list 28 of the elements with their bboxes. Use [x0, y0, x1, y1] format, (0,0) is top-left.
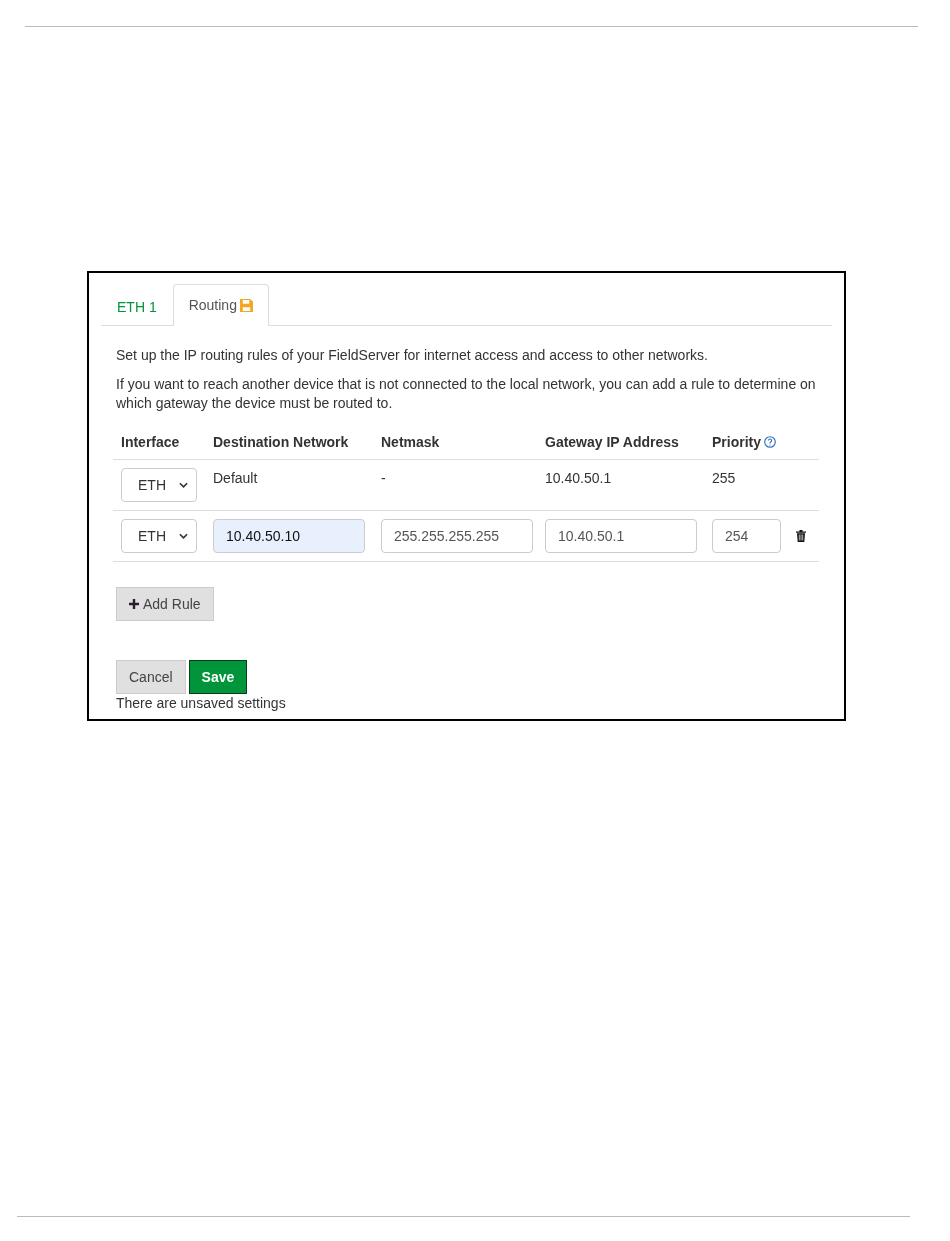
chevron-down-icon	[179, 482, 188, 488]
chevron-down-icon	[179, 533, 188, 539]
column-header: Gateway IP Address	[537, 425, 704, 460]
column-header: Priority	[704, 425, 788, 460]
save-button[interactable]: Save	[188, 660, 248, 694]
gateway-field[interactable]: 10.40.50.1	[545, 519, 697, 553]
destination-field[interactable]: 10.40.50.10	[213, 519, 365, 553]
column-header: Netmask	[373, 425, 537, 460]
table-cell-text: 10.40.50.1	[545, 469, 612, 486]
status-text: There are unsaved settings	[116, 695, 287, 711]
add-rule-button[interactable]: Add Rule	[116, 587, 214, 621]
table-cell-text: -	[381, 469, 386, 486]
column-header: Destination Network	[205, 425, 373, 460]
description-text: If you want to reach another device that is not connected to the local network, you can add a rule to determine on which gateway the device must be routed to.	[116, 375, 817, 413]
interface-select[interactable]: ETH	[121, 519, 197, 553]
table-cell-text: 255	[712, 469, 736, 486]
tab[interactable]: ETH 1	[101, 288, 173, 326]
cancel-button[interactable]: Cancel	[116, 660, 186, 694]
tab[interactable]: Routing	[172, 284, 269, 326]
priority-field[interactable]: 254	[712, 519, 781, 553]
table-cell-text: Default	[213, 469, 258, 486]
interface-select[interactable]: ETH	[121, 468, 197, 502]
trash-icon[interactable]	[796, 530, 806, 542]
description-text: Set up the IP routing rules of your FieldServer for internet access and access to other networks.	[116, 346, 709, 365]
help-icon[interactable]	[764, 436, 776, 448]
plus-icon	[129, 599, 139, 609]
netmask-field[interactable]: 255.255.255.255	[381, 519, 533, 553]
column-header: Interface	[113, 425, 205, 460]
